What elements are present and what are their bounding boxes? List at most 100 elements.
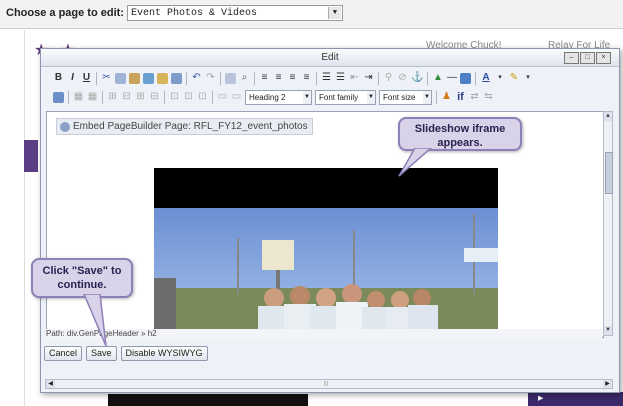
italic-button[interactable]: I (67, 71, 78, 85)
chevron-down-icon[interactable]: ▾ (522, 71, 533, 85)
align-justify-icon[interactable]: ≡ (301, 71, 312, 85)
embed-component[interactable]: Embed PageBuilder Page: RFL_FY12_event_p… (56, 118, 313, 135)
bg-bottom-button[interactable]: ▶ (528, 392, 623, 406)
bold-button[interactable]: B (53, 71, 64, 85)
numbered-list-icon[interactable]: ☰ (321, 71, 332, 85)
scroll-down-icon[interactable]: ▼ (604, 326, 612, 335)
toolbar-row-1: B I U ✂ ↶ ↷ ⌕ ≡ ≡ ≡ ≡ ☰ ☰ ⇤ ⇥ ⚲ ⊘ ⚓ ▲ — … (53, 69, 533, 87)
paste-icon[interactable] (129, 72, 140, 84)
visual-aid-icon[interactable]: ▭ (217, 90, 228, 104)
align-left-icon[interactable]: ≡ (259, 71, 270, 85)
paste-text-icon[interactable] (143, 72, 154, 84)
dialog-buttons: Cancel Save Disable WYSIWYG (44, 346, 208, 361)
horizontal-scrollbar[interactable]: ◀ ||| ▶ (45, 379, 613, 389)
disable-wysiwyg-button[interactable]: Disable WYSIWYG (120, 346, 208, 361)
indent-icon[interactable]: ⇥ (363, 71, 374, 85)
if-else-icon[interactable]: ⇄ (469, 90, 480, 104)
scroll-left-icon[interactable]: ◀ (46, 380, 55, 388)
edit-dialog: Edit – □ × B I U ✂ ↶ ↷ ⌕ ≡ ≡ ≡ ≡ ☰ ☰ ⇤ ⇥ (40, 48, 620, 393)
anchor-icon[interactable]: ⚓ (411, 71, 423, 85)
toolbar-separator (378, 71, 379, 85)
page-select-value: Event Photos & Videos (131, 8, 258, 19)
undo-icon[interactable]: ↶ (191, 71, 202, 85)
page-selector-bar: Choose a page to edit: Event Photos & Vi… (0, 0, 623, 29)
paste-word-icon[interactable] (157, 72, 168, 84)
font-size-select[interactable]: Font size ▼ (379, 89, 432, 105)
chevron-down-icon[interactable]: ▼ (303, 90, 311, 104)
element-path: Path: div.GenPageHeader » h2 (46, 329, 602, 341)
replace-icon[interactable]: ⌕ (239, 71, 250, 85)
chevron-down-icon[interactable]: ▾ (494, 71, 505, 85)
maximize-icon[interactable]: □ (580, 52, 595, 64)
person-icon[interactable]: ♟ (441, 90, 452, 104)
col-insert-icon[interactable]: ⊞ (135, 90, 146, 104)
row-delete-icon[interactable]: ⊟ (121, 90, 132, 104)
font-size-select-value: Font size (383, 92, 416, 102)
close-icon[interactable]: × (596, 52, 611, 64)
edit-html-icon[interactable] (53, 91, 64, 103)
align-center-icon[interactable]: ≡ (273, 71, 284, 85)
horizontal-rule-icon[interactable]: — (446, 71, 457, 85)
font-family-select-value: Font family (319, 92, 359, 102)
table-props-icon[interactable]: ▦ (87, 90, 98, 104)
toolbar-separator (186, 71, 187, 85)
toolbar-separator (68, 90, 69, 104)
col-delete-icon[interactable]: ⊟ (149, 90, 160, 104)
event-photo-image (154, 208, 498, 337)
redo-icon[interactable]: ↷ (205, 71, 216, 85)
toolbar-separator (96, 71, 97, 85)
toolbar-separator (102, 90, 103, 104)
callout-tail (83, 294, 107, 347)
scroll-right-icon[interactable]: ▶ (603, 380, 612, 388)
bg-bottom-bar (108, 394, 308, 406)
chevron-down-icon[interactable]: ▼ (423, 90, 431, 104)
editor-scrollbar[interactable]: ▲ ▼ (603, 111, 613, 336)
copy-icon[interactable] (115, 72, 126, 84)
cancel-button[interactable]: Cancel (44, 346, 83, 361)
window-controls: – □ × (564, 52, 611, 64)
if-button[interactable]: if (455, 90, 466, 104)
scroll-grip[interactable]: ||| (324, 381, 328, 387)
save-callout-text: Click "Save" to continue. (42, 265, 122, 291)
gear-icon (60, 122, 70, 132)
highlight-color-icon[interactable]: ✎ (508, 71, 519, 85)
text-color-icon[interactable]: A (480, 71, 491, 85)
toolbar-separator (475, 71, 477, 85)
merge-cells-icon[interactable]: ⊡ (183, 90, 194, 104)
dialog-title-text: Edit (321, 52, 339, 63)
unlink-icon[interactable]: ⊘ (397, 71, 408, 85)
slideshow-callout-text: Slideshow iframe appears. (414, 123, 506, 149)
toolbar-separator (436, 90, 437, 104)
page-select[interactable]: Event Photos & Videos ▼ (127, 5, 343, 21)
insert-image-icon[interactable]: ▲ (432, 71, 443, 85)
toolbar-separator (316, 71, 317, 85)
outdent-icon[interactable]: ⇤ (349, 71, 360, 85)
split-cells-icon[interactable]: ⊡ (169, 90, 180, 104)
slideshow-callout: Slideshow iframe appears. (398, 117, 522, 151)
find-icon[interactable] (225, 72, 236, 84)
link-icon[interactable]: ⚲ (383, 71, 394, 85)
cell-props-icon[interactable]: ⊡ (197, 90, 208, 104)
select-all-icon[interactable] (171, 72, 182, 84)
bullet-list-icon[interactable]: ☰ (335, 71, 346, 85)
align-right-icon[interactable]: ≡ (287, 71, 298, 85)
format-select[interactable]: Heading 2 ▼ (245, 89, 312, 105)
minimize-icon[interactable]: – (564, 52, 579, 64)
toolbar-row-2: ▦ ▦ ⊞ ⊟ ⊞ ⊟ ⊡ ⊡ ⊡ ▭ ▭ Heading 2 ▼ Font f… (53, 88, 494, 106)
cut-icon[interactable]: ✂ (101, 71, 112, 85)
toolbar-separator (220, 71, 221, 85)
chevron-down-icon[interactable]: ▼ (328, 7, 341, 19)
font-family-select[interactable]: Font family ▼ (315, 89, 376, 105)
scroll-thumb[interactable] (605, 152, 613, 194)
callout-tail (398, 148, 433, 177)
table-icon[interactable]: ▦ (73, 90, 84, 104)
underline-button[interactable]: U (81, 71, 92, 85)
toolbar-separator (427, 71, 429, 85)
scroll-up-icon[interactable]: ▲ (604, 112, 612, 121)
chevron-down-icon[interactable]: ▼ (367, 90, 375, 104)
row-insert-icon[interactable]: ⊞ (107, 90, 118, 104)
left-purple-tab (24, 140, 38, 172)
media-icon[interactable] (460, 72, 472, 84)
if-end-icon[interactable]: ⇆ (483, 90, 494, 104)
cleanup-icon[interactable]: ▭ (231, 90, 242, 104)
